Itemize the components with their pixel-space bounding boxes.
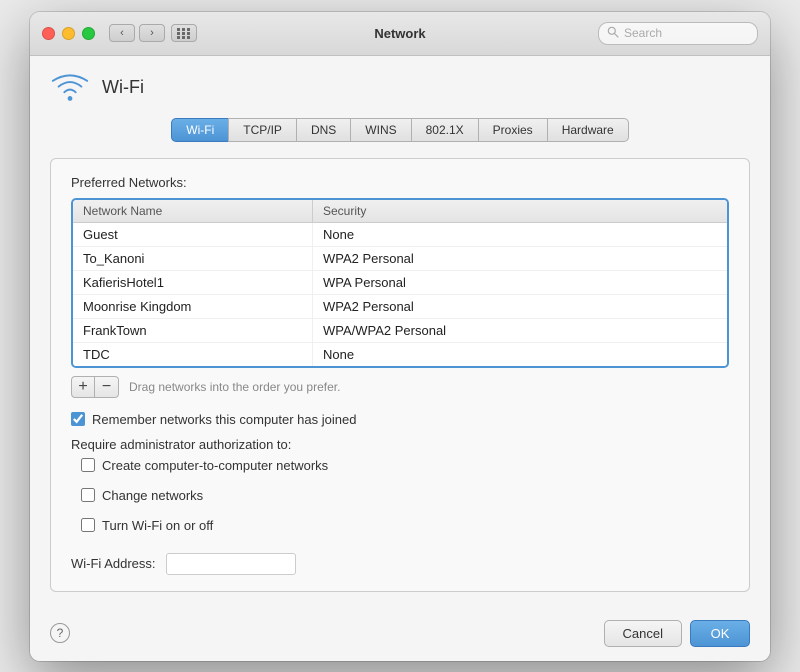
- network-security-2: WPA Personal: [313, 271, 727, 294]
- networks-table: Network Name Security Guest None To_Kano…: [71, 198, 729, 368]
- table-row[interactable]: Guest None: [73, 223, 727, 247]
- help-button[interactable]: ?: [50, 623, 70, 643]
- col-security: Security: [313, 200, 727, 222]
- create-networks-checkbox[interactable]: [81, 458, 95, 472]
- tab-tcpip[interactable]: TCP/IP: [228, 118, 296, 142]
- grid-button[interactable]: [171, 24, 197, 42]
- network-security-4: WPA/WPA2 Personal: [313, 319, 727, 342]
- col-network-name: Network Name: [73, 200, 313, 222]
- tab-dns[interactable]: DNS: [296, 118, 350, 142]
- wifi-header: Wi-Fi: [50, 72, 750, 104]
- network-security-3: WPA2 Personal: [313, 295, 727, 318]
- footer-buttons: Cancel OK: [604, 620, 750, 647]
- forward-button[interactable]: ›: [139, 24, 165, 42]
- footer: ? Cancel OK: [30, 608, 770, 661]
- minimize-button[interactable]: [62, 27, 75, 40]
- table-row[interactable]: FrankTown WPA/WPA2 Personal: [73, 319, 727, 343]
- admin-option-create: Create computer-to-computer networks: [81, 458, 729, 473]
- main-content: Wi-Fi Wi-Fi TCP/IP DNS WINS 802.1X Proxi…: [30, 56, 770, 608]
- table-header: Network Name Security: [73, 200, 727, 223]
- network-name-4: FrankTown: [73, 319, 313, 342]
- panel: Preferred Networks: Network Name Securit…: [50, 158, 750, 592]
- tabs-bar: Wi-Fi TCP/IP DNS WINS 802.1X Proxies Har…: [50, 118, 750, 142]
- cancel-button[interactable]: Cancel: [604, 620, 682, 647]
- table-row[interactable]: Moonrise Kingdom WPA2 Personal: [73, 295, 727, 319]
- network-name-0: Guest: [73, 223, 313, 246]
- turn-wifi-label: Turn Wi-Fi on or off: [102, 518, 213, 533]
- tab-wifi[interactable]: Wi-Fi: [171, 118, 228, 142]
- grid-icon: [177, 28, 191, 39]
- wifi-icon: [50, 72, 90, 104]
- window-title: Network: [374, 26, 425, 41]
- create-networks-label: Create computer-to-computer networks: [102, 458, 328, 473]
- change-networks-checkbox[interactable]: [81, 488, 95, 502]
- ok-button[interactable]: OK: [690, 620, 750, 647]
- preferred-label: Preferred Networks:: [71, 175, 729, 190]
- network-name-2: KafierisHotel1: [73, 271, 313, 294]
- remember-networks-label: Remember networks this computer has join…: [92, 412, 356, 427]
- search-box[interactable]: Search: [598, 22, 758, 45]
- admin-option-change: Change networks: [81, 488, 729, 503]
- search-icon: [607, 26, 619, 41]
- close-button[interactable]: [42, 27, 55, 40]
- admin-section: Require administrator authorization to: …: [71, 437, 729, 543]
- network-name-5: TDC: [73, 343, 313, 366]
- network-window: ‹ › Network Search: [30, 12, 770, 661]
- admin-section-label: Require administrator authorization to:: [71, 437, 729, 452]
- table-row[interactable]: To_Kanoni WPA2 Personal: [73, 247, 727, 271]
- table-body: Guest None To_Kanoni WPA2 Personal Kafie…: [73, 223, 727, 366]
- wifi-address-row: Wi-Fi Address:: [71, 553, 729, 575]
- tab-proxies[interactable]: Proxies: [478, 118, 547, 142]
- tab-hardware[interactable]: Hardware: [547, 118, 629, 142]
- remember-networks-checkbox[interactable]: [71, 412, 85, 426]
- wifi-address-field[interactable]: [166, 553, 296, 575]
- wifi-address-label: Wi-Fi Address:: [71, 556, 156, 571]
- tab-wins[interactable]: WINS: [350, 118, 410, 142]
- titlebar: ‹ › Network Search: [30, 12, 770, 56]
- admin-option-turn: Turn Wi-Fi on or off: [81, 518, 729, 533]
- network-name-3: Moonrise Kingdom: [73, 295, 313, 318]
- maximize-button[interactable]: [82, 27, 95, 40]
- network-security-1: WPA2 Personal: [313, 247, 727, 270]
- turn-wifi-checkbox[interactable]: [81, 518, 95, 532]
- wifi-section-title: Wi-Fi: [102, 77, 144, 98]
- admin-options: Create computer-to-computer networks Cha…: [81, 458, 729, 543]
- drag-hint: Drag networks into the order you prefer.: [129, 380, 340, 394]
- network-security-5: None: [313, 343, 727, 366]
- search-placeholder: Search: [624, 26, 662, 40]
- table-row[interactable]: TDC None: [73, 343, 727, 366]
- remove-network-button[interactable]: −: [95, 376, 119, 398]
- tab-8021x[interactable]: 802.1X: [411, 118, 478, 142]
- table-row[interactable]: KafierisHotel1 WPA Personal: [73, 271, 727, 295]
- network-name-1: To_Kanoni: [73, 247, 313, 270]
- table-controls: + − Drag networks into the order you pre…: [71, 376, 729, 398]
- nav-buttons: ‹ ›: [109, 24, 165, 42]
- add-network-button[interactable]: +: [71, 376, 95, 398]
- back-button[interactable]: ‹: [109, 24, 135, 42]
- traffic-lights: [42, 27, 95, 40]
- change-networks-label: Change networks: [102, 488, 203, 503]
- network-security-0: None: [313, 223, 727, 246]
- remember-networks-row: Remember networks this computer has join…: [71, 412, 729, 427]
